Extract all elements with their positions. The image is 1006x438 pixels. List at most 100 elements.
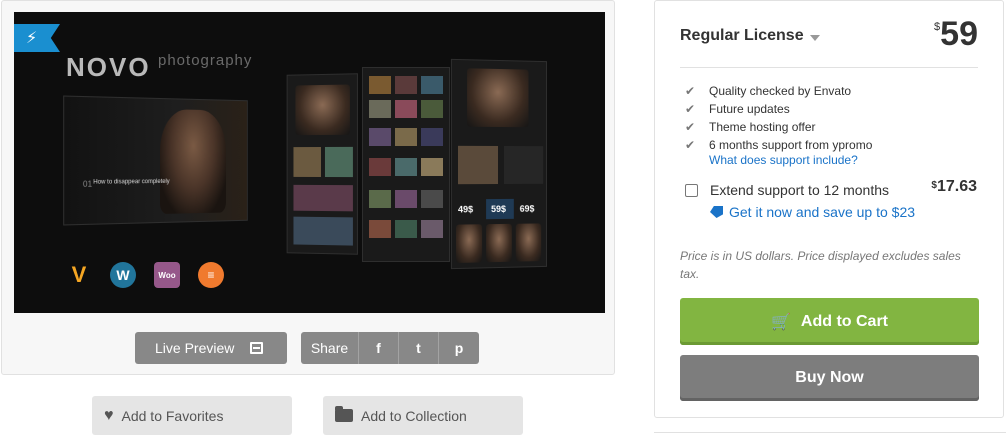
feature-text: 6 months support from ypromo xyxy=(709,138,873,152)
preview-card: ⚡ NOVO photography 01 How to disappear c… xyxy=(1,0,615,375)
window-icon xyxy=(250,342,264,354)
photo-tile xyxy=(421,220,443,238)
divider xyxy=(680,67,978,68)
license-price: $ 59 xyxy=(934,15,978,54)
compatibility-logos: V W Woo ≡ xyxy=(66,262,224,288)
share-group: Share f t p xyxy=(301,332,479,364)
share-label: Share xyxy=(301,332,359,364)
pinterest-icon[interactable]: p xyxy=(439,332,479,364)
portrait-image xyxy=(515,223,542,262)
portrait-image xyxy=(159,109,226,214)
save-offer-link[interactable]: Get it now and save up to $23 xyxy=(710,204,915,220)
heart-icon: ♥ xyxy=(104,406,114,424)
photo-tile xyxy=(421,190,443,208)
feature-text: Quality checked by Envato xyxy=(709,84,852,98)
photo-tile xyxy=(293,184,353,212)
photo-tile xyxy=(293,216,353,246)
twitter-icon[interactable]: t xyxy=(399,332,439,364)
license-label: Regular License xyxy=(680,27,804,44)
save-offer-label: Get it now and save up to $23 xyxy=(729,204,916,220)
photo-tile xyxy=(369,220,391,238)
caret-down-icon xyxy=(809,34,820,41)
mockup-screen-home: 01 How to disappear completely xyxy=(63,95,248,226)
next-panel-edge xyxy=(654,432,1006,438)
photo-tile xyxy=(395,190,417,208)
photo-tile xyxy=(458,145,499,185)
photo-tile xyxy=(421,76,443,94)
mockup-screen-grid xyxy=(362,67,450,262)
feature-text: Theme hosting offer xyxy=(709,120,816,134)
check-icon: ✔ xyxy=(685,120,696,134)
photo-tile xyxy=(421,100,443,118)
photo-tile xyxy=(369,100,391,118)
buy-now-button[interactable]: Buy Now xyxy=(680,355,979,401)
photo-tile xyxy=(395,158,417,176)
brand-subtitle: photography xyxy=(158,52,253,69)
slide-number: 01 xyxy=(82,179,93,189)
add-to-collection-button[interactable]: Add to Collection xyxy=(323,396,523,435)
feature-list: ✔ Quality checked by Envato ✔ Future updat… xyxy=(685,82,872,154)
price-label: 49$ xyxy=(458,204,474,215)
portrait-image xyxy=(486,223,512,263)
license-selector[interactable]: Regular License xyxy=(680,27,820,45)
feature-text: Future updates xyxy=(709,102,790,116)
price-disclaimer: Price is in US dollars. Price displayed … xyxy=(680,249,961,281)
feature-item: ✔ Future updates xyxy=(685,100,872,118)
add-to-collection-label: Add to Collection xyxy=(361,407,467,424)
photo-tile xyxy=(395,100,417,118)
price-label: 69$ xyxy=(519,203,535,214)
feature-item: ✔ Quality checked by Envato xyxy=(685,82,872,100)
check-icon: ✔ xyxy=(685,102,696,116)
photo-tile xyxy=(369,158,391,176)
photo-tile xyxy=(324,146,353,178)
portrait-image xyxy=(467,68,529,128)
extend-support-label: Extend support to 12 months xyxy=(710,182,889,198)
feature-item: ✔ Theme hosting offer xyxy=(685,118,872,136)
photo-tile xyxy=(395,76,417,94)
slide-caption: How to disappear completely xyxy=(93,178,170,186)
folder-icon xyxy=(335,406,353,422)
cart-icon: 🛒 xyxy=(770,313,791,331)
add-to-favorites-button[interactable]: ♥ Add to Favorites xyxy=(92,396,292,435)
photo-tile xyxy=(421,128,443,146)
theme-preview-image[interactable]: ⚡ NOVO photography 01 How to disappear c… xyxy=(14,12,605,313)
lightning-badge-icon: ⚡ xyxy=(14,24,60,52)
extend-support-option[interactable]: Extend support to 12 months xyxy=(685,182,889,198)
extend-support-checkbox[interactable] xyxy=(685,183,698,197)
customizer-icon: ≡ xyxy=(198,262,224,288)
visual-composer-icon: V xyxy=(71,262,87,287)
tag-icon xyxy=(710,206,723,218)
support-info-link[interactable]: What does support include? xyxy=(709,153,858,167)
check-icon: ✔ xyxy=(685,84,696,98)
woocommerce-icon: Woo xyxy=(154,262,180,288)
extend-price-amount: 17.63 xyxy=(936,178,977,195)
brand-name: NOVO xyxy=(66,52,151,82)
mockup-screen-pricing: 49$ 59$ 69$ xyxy=(450,58,547,270)
add-to-cart-label: Add to Cart xyxy=(800,312,889,330)
photo-tile xyxy=(395,220,417,238)
preview-actions: Live Preview Share f t p xyxy=(135,332,479,364)
collection-actions: ♥ Add to Favorites Add to Collection xyxy=(92,396,523,435)
buy-now-label: Buy Now xyxy=(795,369,864,386)
mockup-screen-gallery xyxy=(286,73,358,255)
price-label: 59$ xyxy=(491,203,506,215)
price-amount: 59 xyxy=(940,15,978,53)
extend-support-price: $ 17.63 xyxy=(931,178,977,196)
photo-tile xyxy=(293,147,322,177)
add-to-cart-button[interactable]: 🛒 Add to Cart xyxy=(680,298,979,345)
live-preview-label: Live Preview xyxy=(155,340,235,356)
photo-tile xyxy=(369,76,391,94)
item-page: ⚡ NOVO photography 01 How to disappear c… xyxy=(0,0,1006,438)
facebook-icon[interactable]: f xyxy=(359,332,399,364)
photo-tile xyxy=(503,146,544,184)
photo-tile xyxy=(369,128,391,146)
add-to-favorites-label: Add to Favorites xyxy=(121,407,224,424)
wordpress-icon: W xyxy=(110,262,136,288)
live-preview-button[interactable]: Live Preview xyxy=(135,332,287,364)
check-icon: ✔ xyxy=(685,138,696,152)
portrait-image xyxy=(455,224,483,263)
purchase-panel: Regular License $ 59 ✔ Quality checked by… xyxy=(654,0,1004,418)
portrait-image xyxy=(295,84,350,136)
feature-item: ✔ 6 months support from ypromo xyxy=(685,136,872,154)
photo-tile xyxy=(395,128,417,146)
